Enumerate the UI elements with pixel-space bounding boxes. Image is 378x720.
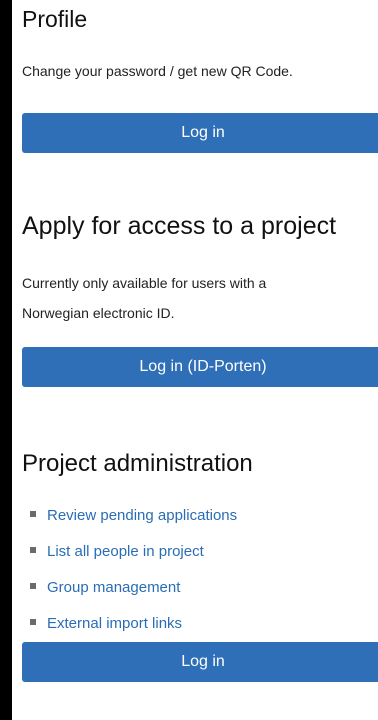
bullet-icon bbox=[30, 619, 36, 626]
bullet-icon bbox=[30, 547, 36, 554]
review-pending-applications-link[interactable]: Review pending applications bbox=[47, 507, 237, 524]
apply-title: Apply for access to a project bbox=[22, 212, 337, 240]
profile-description-wrap: Change your password / get new QR Code. bbox=[22, 63, 378, 79]
profile-description: Change your password / get new QR Code. bbox=[22, 63, 293, 79]
list-item: External import links bbox=[22, 610, 372, 646]
apply-section: Apply for access to a project bbox=[22, 212, 378, 241]
list-item: List all people in project bbox=[22, 538, 372, 574]
list-item: Review pending applications bbox=[22, 502, 372, 538]
profile-login-button[interactable]: Log in bbox=[22, 113, 378, 153]
external-import-links-link[interactable]: External import links bbox=[47, 615, 182, 632]
apply-description-line2: Norwegian electronic ID. bbox=[22, 305, 175, 321]
admin-title: Project administration bbox=[22, 450, 253, 477]
admin-login-button[interactable]: Log in bbox=[22, 642, 378, 682]
id-porten-login-button[interactable]: Log in (ID-Porten) bbox=[22, 347, 378, 387]
group-management-link[interactable]: Group management bbox=[47, 579, 180, 596]
main-panel: Profile Change your password / get new Q… bbox=[12, 0, 378, 720]
apply-description-line1: Currently only available for users with … bbox=[22, 275, 267, 291]
admin-links-list: Review pending applications List all peo… bbox=[22, 502, 372, 646]
bullet-icon bbox=[30, 511, 36, 518]
list-item: Group management bbox=[22, 574, 372, 610]
admin-section: Project administration bbox=[22, 450, 378, 478]
list-all-people-link[interactable]: List all people in project bbox=[47, 543, 204, 560]
profile-title: Profile bbox=[22, 6, 88, 32]
apply-description: Currently only available for users with … bbox=[22, 268, 378, 328]
profile-section: Profile bbox=[22, 6, 378, 33]
apply-description-wrap: Currently only available for users with … bbox=[22, 268, 378, 328]
bullet-icon bbox=[30, 583, 36, 590]
